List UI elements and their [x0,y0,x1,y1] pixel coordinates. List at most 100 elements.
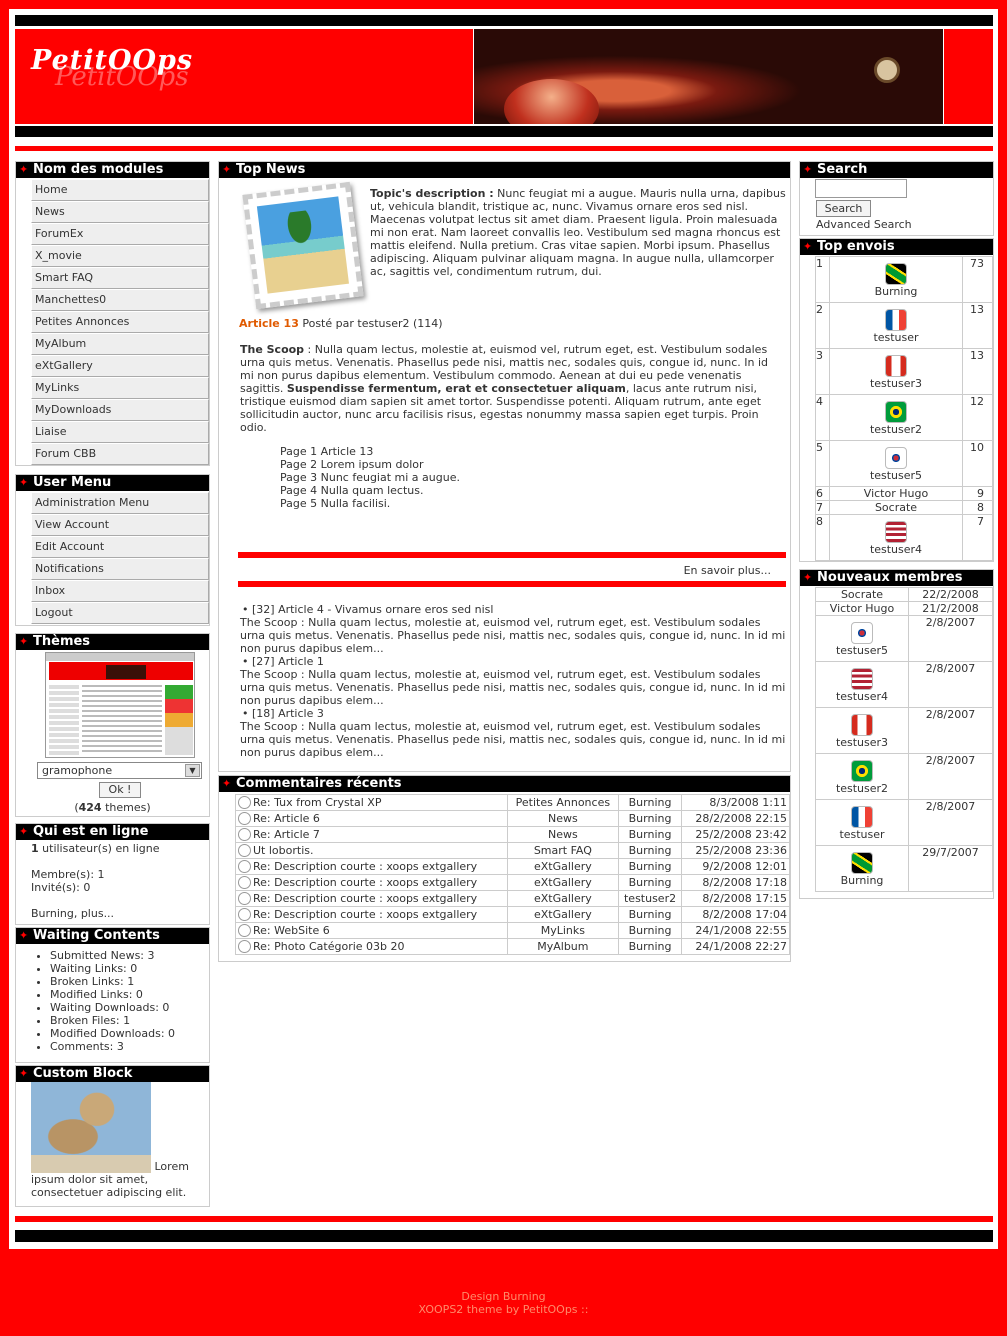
new-member-user[interactable]: testuser [839,828,884,841]
advanced-search-link[interactable]: Advanced Search [816,218,993,231]
module-link[interactable]: MyAlbum [31,333,209,355]
new-member-user[interactable]: Burning [841,874,884,887]
module-link[interactable]: eXtGallery [31,355,209,377]
top-envoi-user[interactable]: Socrate [875,501,917,514]
comment-row[interactable]: Re: Article 7 News Burning 25/2/2008 23:42 [234,826,790,843]
module-link[interactable]: MyLinks [31,377,209,399]
theme-preview-image[interactable] [45,652,195,758]
comment-module[interactable]: Smart FAQ [534,844,592,857]
user-menu-link[interactable]: Administration Menu [31,492,209,514]
comment-module[interactable]: Petites Annonces [516,796,610,809]
comment-module[interactable]: eXtGallery [534,892,592,905]
module-link[interactable]: X_movie [31,245,209,267]
comment-author[interactable]: Burning [629,924,672,937]
comment-title[interactable]: Ut lobortis. [253,844,313,857]
module-link[interactable]: News [31,201,209,223]
user-menu-link[interactable]: View Account [31,514,209,536]
new-member-user[interactable]: testuser3 [836,736,888,749]
waiting-item[interactable]: Comments: 3 [50,1040,209,1053]
article-page-link[interactable]: Page 4 Nulla quam lectus. [280,484,460,497]
top-envoi-user[interactable]: testuser5 [870,469,922,482]
module-link[interactable]: Liaise [31,421,209,443]
comment-module[interactable]: News [548,828,578,841]
comment-title[interactable]: Re: Description courte : xoops extgaller… [253,908,477,921]
comment-row[interactable]: Re: Description courte : xoops extgaller… [234,874,790,891]
comment-module[interactable]: eXtGallery [534,860,592,873]
new-member-user[interactable]: testuser2 [836,782,888,795]
article-page-link[interactable]: Page 5 Nulla facilisi. [280,497,460,510]
waiting-item[interactable]: Broken Files: 1 [50,1014,209,1027]
comment-author[interactable]: testuser2 [624,892,676,905]
comment-module[interactable]: eXtGallery [534,908,592,921]
comment-module[interactable]: MyLinks [541,924,585,937]
comment-title[interactable]: Re: Article 7 [253,828,320,841]
top-envoi-user[interactable]: testuser3 [870,377,922,390]
comment-title[interactable]: Re: Description courte : xoops extgaller… [253,876,477,889]
comment-author[interactable]: Burning [629,876,672,889]
comment-row[interactable]: Re: WebSite 6 MyLinks Burning 24/1/2008 22:… [234,922,790,939]
module-link[interactable]: Petites Annonces [31,311,209,333]
comment-row[interactable]: Re: Article 6 News Burning 28/2/2008 22:15 [234,810,790,827]
comment-row[interactable]: Re: Description courte : xoops extgaller… [234,890,790,907]
user-menu-link[interactable]: Inbox [31,580,209,602]
comment-author[interactable]: Burning [629,828,672,841]
waiting-item[interactable]: Broken Links: 1 [50,975,209,988]
waiting-item[interactable]: Waiting Downloads: 0 [50,1001,209,1014]
article-page-link[interactable]: Page 2 Lorem ipsum dolor [280,458,460,471]
comment-author[interactable]: Burning [629,908,672,921]
other-news-link[interactable]: [27] Article 1 [252,655,324,668]
module-link[interactable]: Home [31,179,209,201]
comment-title[interactable]: Re: Description courte : xoops extgaller… [253,892,477,905]
top-envoi-user[interactable]: Burning [875,285,918,298]
new-member-user[interactable]: testuser5 [836,644,888,657]
other-news-link[interactable]: [18] Article 3 [252,707,324,720]
comment-row[interactable]: Re: Description courte : xoops extgaller… [234,906,790,923]
comment-title[interactable]: Re: Description courte : xoops extgaller… [253,860,477,873]
user-menu-link[interactable]: Notifications [31,558,209,580]
waiting-item[interactable]: Submitted News: 3 [50,949,209,962]
top-envoi-user[interactable]: testuser [873,331,918,344]
new-member-user[interactable]: testuser4 [836,690,888,703]
online-more-link[interactable]: Burning, plus... [31,907,209,920]
waiting-item[interactable]: Modified Downloads: 0 [50,1027,209,1040]
module-link[interactable]: Smart FAQ [31,267,209,289]
footer-theme-credit[interactable]: XOOPS2 theme by PetitOOps :: [0,1303,1007,1316]
user-menu-link[interactable]: Edit Account [31,536,209,558]
top-envoi-user[interactable]: testuser2 [870,423,922,436]
site-logo[interactable]: PetitOOps [31,45,193,76]
waiting-item[interactable]: Modified Links: 0 [50,988,209,1001]
comment-row[interactable]: Re: Tux from Crystal XP Petites Annonces B… [234,794,790,811]
waiting-item[interactable]: Waiting Links: 0 [50,962,209,975]
other-news-link[interactable]: [32] Article 4 - Vivamus ornare eros sed… [252,603,493,616]
comment-author[interactable]: Burning [629,940,672,953]
search-input[interactable] [815,179,907,198]
comment-row[interactable]: Re: Description courte : xoops extgaller… [234,858,790,875]
module-link[interactable]: ForumEx [31,223,209,245]
new-member-user[interactable]: Socrate [841,588,883,601]
read-more-link[interactable]: En savoir plus... [684,564,771,577]
comment-module[interactable]: MyAlbum [537,940,588,953]
search-button[interactable]: Search [816,200,871,217]
user-menu-link[interactable]: Logout [31,602,209,624]
module-link[interactable]: Manchettes0 [31,289,209,311]
article-page-link[interactable]: Page 3 Nunc feugiat mi a augue. [280,471,460,484]
comment-row[interactable]: Re: Photo Catégorie 03b 20 MyAlbum Burning… [234,938,790,955]
comment-module[interactable]: eXtGallery [534,876,592,889]
comment-module[interactable]: News [548,812,578,825]
module-link[interactable]: Forum CBB [31,443,209,465]
comment-author[interactable]: Burning [629,844,672,857]
comment-title[interactable]: Re: Photo Catégorie 03b 20 [253,940,405,953]
top-envoi-user[interactable]: Victor Hugo [864,487,928,500]
comment-author[interactable]: Burning [629,812,672,825]
comment-author[interactable]: Burning [629,796,672,809]
comment-row[interactable]: Ut lobortis. Smart FAQ Burning 25/2/2008 23… [234,842,790,859]
article-page-link[interactable]: Page 1 Article 13 [280,445,460,458]
module-link[interactable]: MyDownloads [31,399,209,421]
comment-author[interactable]: Burning [629,860,672,873]
article-title-link[interactable]: Article 13 [239,317,299,330]
top-envoi-user[interactable]: testuser4 [870,543,922,556]
theme-ok-button[interactable]: Ok ! [99,782,141,798]
comment-title[interactable]: Re: Article 6 [253,812,320,825]
theme-select[interactable]: gramophone ▼ [37,762,202,779]
comment-title[interactable]: Re: Tux from Crystal XP [253,796,381,809]
